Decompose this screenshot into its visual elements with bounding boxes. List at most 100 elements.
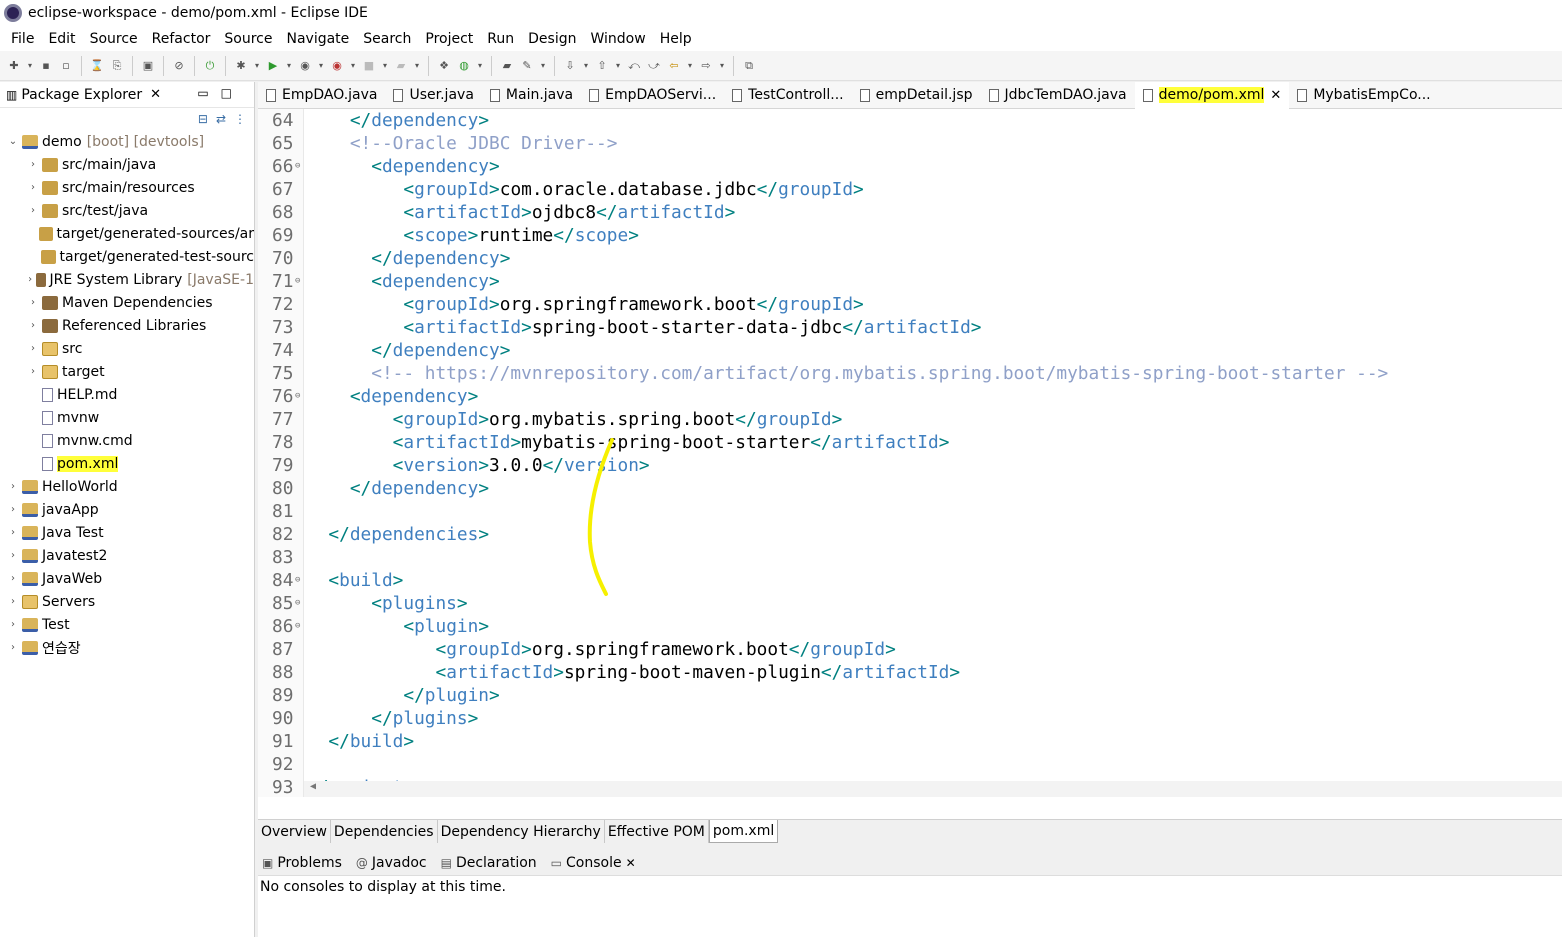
tree-item[interactable]: target/generated-test-sourc (0, 245, 254, 268)
debug-icon[interactable]: ✱ (233, 58, 249, 74)
save-icon[interactable]: ▪ (38, 58, 54, 74)
menu-item[interactable]: Navigate (279, 31, 356, 47)
deploy-icon[interactable]: ▰ (393, 58, 409, 74)
fold-toggle-icon[interactable]: ⊖ (295, 155, 300, 178)
save-all-icon[interactable]: ▫ (58, 58, 74, 74)
tree-item[interactable]: pom.xml (0, 452, 254, 475)
fold-toggle-icon[interactable]: ⊖ (295, 270, 300, 293)
editor-tab[interactable]: EmpDAO.java (258, 82, 385, 109)
tree-item[interactable]: target/generated-sources/ar (0, 222, 254, 245)
code-editor[interactable]: 64 </dependency> 65 <!--Oracle JDBC Drive… (258, 109, 1562, 797)
pom-tab[interactable]: Effective POM (605, 820, 709, 843)
fold-toggle-icon[interactable]: ⊖ (295, 569, 300, 592)
collapsed-arrow-icon[interactable]: › (6, 527, 20, 538)
new-java-project-icon[interactable]: ❖ (436, 58, 452, 74)
tree-item[interactable]: › target (0, 360, 254, 383)
menu-item[interactable]: Project (418, 31, 480, 47)
stop-dropdown-icon[interactable]: ▾ (381, 58, 389, 74)
collapsed-arrow-icon[interactable]: › (26, 366, 40, 377)
pom-tab[interactable]: Dependency Hierarchy (438, 820, 605, 843)
editor-tab[interactable]: JdbcTemDAO.java (981, 82, 1135, 109)
view-menu-icon[interactable]: ⋮ (234, 112, 246, 126)
tree-item[interactable]: ⌄ demo [boot] [devtools] (0, 130, 254, 153)
fold-toggle-icon[interactable]: ⊖ (295, 592, 300, 615)
tree-item[interactable]: › Javatest2 (0, 544, 254, 567)
stop-icon[interactable]: ■ (361, 58, 377, 74)
menu-item[interactable]: Run (480, 31, 521, 47)
open-folder-icon[interactable]: ▰ (499, 58, 515, 74)
editor-tab[interactable]: demo/pom.xml ✕ (1134, 81, 1290, 109)
pen-icon[interactable]: ✎ (519, 58, 535, 74)
external-tools-dropdown-icon[interactable]: ▾ (349, 58, 357, 74)
pom-tab[interactable]: pom.xml (708, 820, 779, 843)
pin-editor-icon[interactable]: ⧉ (741, 58, 757, 74)
collapsed-arrow-icon[interactable]: › (26, 159, 40, 170)
forward-icon[interactable]: ⇨ (698, 58, 714, 74)
coverage-dropdown-icon[interactable]: ▾ (317, 58, 325, 74)
skip-breakpoints-icon[interactable]: ⊘ (171, 58, 187, 74)
collapsed-arrow-icon[interactable]: › (26, 205, 40, 216)
next-annotation-dropdown-icon[interactable]: ▾ (582, 58, 590, 74)
deploy-dropdown-icon[interactable]: ▾ (413, 58, 421, 74)
horizontal-scrollbar[interactable]: ◀ (304, 781, 1562, 797)
view-tab[interactable]: ▣ Problems (262, 855, 342, 871)
close-icon[interactable]: ✕ (626, 856, 636, 870)
collapsed-arrow-icon[interactable]: › (26, 297, 40, 308)
tree-item[interactable]: mvnw (0, 406, 254, 429)
last-edit-icon[interactable]: ⤺ (626, 58, 642, 74)
tree-item[interactable]: › src/main/java (0, 153, 254, 176)
back-dropdown-icon[interactable]: ▾ (686, 58, 694, 74)
tree-item[interactable]: › JavaWeb (0, 567, 254, 590)
tree-item[interactable]: › JRE System Library [JavaSE-1 (0, 268, 254, 291)
menu-item[interactable]: Source (217, 31, 279, 47)
collapsed-arrow-icon[interactable]: › (6, 550, 20, 561)
collapsed-arrow-icon[interactable]: › (6, 504, 20, 515)
collapsed-arrow-icon[interactable]: › (6, 619, 20, 630)
collapsed-arrow-icon[interactable]: › (6, 573, 20, 584)
editor-tab[interactable]: User.java (385, 82, 481, 109)
tree-item[interactable]: › Java Test (0, 521, 254, 544)
collapsed-arrow-icon[interactable]: › (6, 596, 20, 607)
pen-dropdown-icon[interactable]: ▾ (539, 58, 547, 74)
prev-annotation-icon[interactable]: ⇧ (594, 58, 610, 74)
new-dropdown-icon[interactable]: ▾ (26, 58, 34, 74)
spring-boot-icon[interactable]: ⏻ (202, 58, 218, 74)
back-icon[interactable]: ⇦ (666, 58, 682, 74)
editor-tab[interactable]: MybatisEmpCo... (1289, 82, 1438, 109)
tree-item[interactable]: › javaApp (0, 498, 254, 521)
view-window-buttons[interactable]: ▭□ (197, 86, 244, 100)
package-explorer-tab[interactable]: ▥ Package Explorer ✕ ▭□ (0, 82, 254, 108)
menu-item[interactable]: Source (83, 31, 145, 47)
tree-item[interactable]: › Referenced Libraries (0, 314, 254, 337)
fold-toggle-icon[interactable]: ⊖ (295, 615, 300, 638)
terminal-icon[interactable]: ▣ (140, 58, 156, 74)
editor-tab[interactable]: EmpDAOServi... (581, 82, 724, 109)
collapse-all-icon[interactable]: ⊟ (198, 112, 208, 126)
expanded-arrow-icon[interactable]: ⌄ (6, 136, 20, 147)
menu-item[interactable]: Refactor (145, 31, 218, 47)
prev-annotation-dropdown-icon[interactable]: ▾ (614, 58, 622, 74)
new-icon[interactable]: ✚ (6, 58, 22, 74)
coverage-icon[interactable]: ◉ (297, 58, 313, 74)
new-class-icon[interactable]: ◍ (456, 58, 472, 74)
view-tab[interactable]: ▭ Console ✕ (551, 855, 636, 871)
collapsed-arrow-icon[interactable]: › (26, 274, 34, 285)
run-dropdown-icon[interactable]: ▾ (285, 58, 293, 74)
menu-item[interactable]: Design (521, 31, 583, 47)
run-icon[interactable]: ▶ (265, 58, 281, 74)
menu-item[interactable]: Window (584, 31, 653, 47)
collapsed-arrow-icon[interactable]: › (26, 320, 40, 331)
forward-edit-icon[interactable]: ⤻ (646, 58, 662, 74)
forward-dropdown-icon[interactable]: ▾ (718, 58, 726, 74)
tree-item[interactable]: › HelloWorld (0, 475, 254, 498)
tree-item[interactable]: › Servers (0, 590, 254, 613)
collapsed-arrow-icon[interactable]: › (26, 343, 40, 354)
menu-item[interactable]: Help (653, 31, 699, 47)
tree-item[interactable]: › src/test/java (0, 199, 254, 222)
menu-item[interactable]: Edit (41, 31, 82, 47)
menu-item[interactable]: File (4, 31, 41, 47)
next-annotation-icon[interactable]: ⇩ (562, 58, 578, 74)
open-type-icon[interactable]: ⌛ (89, 58, 105, 74)
tree-item[interactable]: › 연습장 (0, 636, 254, 659)
close-icon[interactable]: ✕ (1270, 88, 1281, 103)
